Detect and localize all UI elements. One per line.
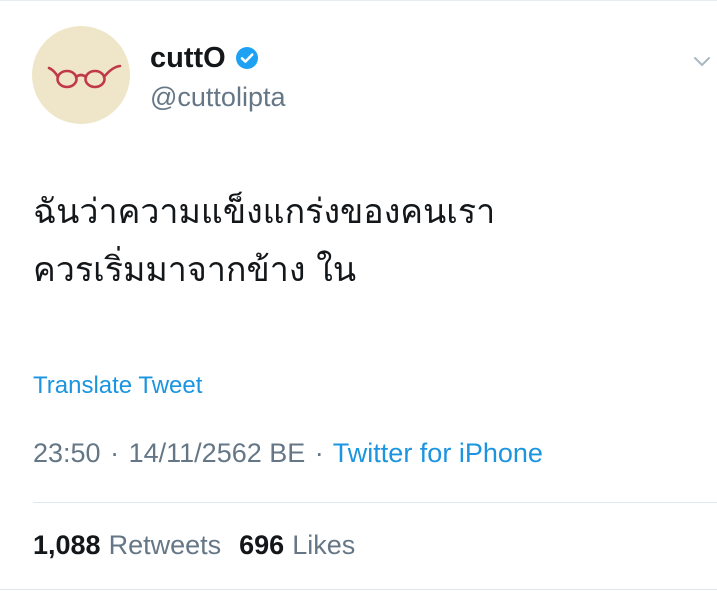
tweet-source-link[interactable]: Twitter for iPhone (333, 438, 543, 468)
meta-separator: · (314, 438, 324, 468)
likes-label: Likes (292, 530, 356, 560)
retweets-stat[interactable]: 1,088 Retweets (33, 530, 221, 560)
meta-separator: · (110, 438, 120, 468)
tweet-metadata: 23:50 · 14/11/2562 BE · Twitter for iPho… (33, 438, 543, 469)
bottom-divider (0, 589, 717, 590)
tweet-stats: 1,088 Retweets 696 Likes (33, 530, 355, 561)
display-name[interactable]: cuttO (150, 40, 226, 76)
stats-divider (33, 502, 717, 503)
author-name-row: cuttO (150, 40, 259, 76)
user-handle[interactable]: @cuttolipta (150, 80, 285, 114)
tweet-date[interactable]: 14/11/2562 BE (129, 438, 306, 468)
retweets-label: Retweets (108, 530, 222, 560)
tweet-text: ฉันว่าความแข็งแกร่งของคนเรา ควรเริ่มมาจา… (33, 183, 693, 299)
chevron-down-icon[interactable] (693, 52, 711, 70)
avatar[interactable] (32, 26, 130, 124)
translate-tweet-link[interactable]: Translate Tweet (33, 372, 202, 400)
tweet-time[interactable]: 23:50 (33, 438, 101, 468)
verified-badge-icon (235, 47, 258, 69)
likes-stat[interactable]: 696 Likes (239, 530, 355, 560)
tweet-text-line: ควรเริ่มมาจากข้าง ใน (33, 250, 357, 290)
glasses-icon (47, 64, 122, 89)
retweets-count: 1,088 (33, 530, 101, 560)
top-divider (0, 0, 717, 1)
tweet-text-line: ฉันว่าความแข็งแกร่งของคนเรา (33, 192, 496, 232)
likes-count: 696 (239, 530, 285, 560)
